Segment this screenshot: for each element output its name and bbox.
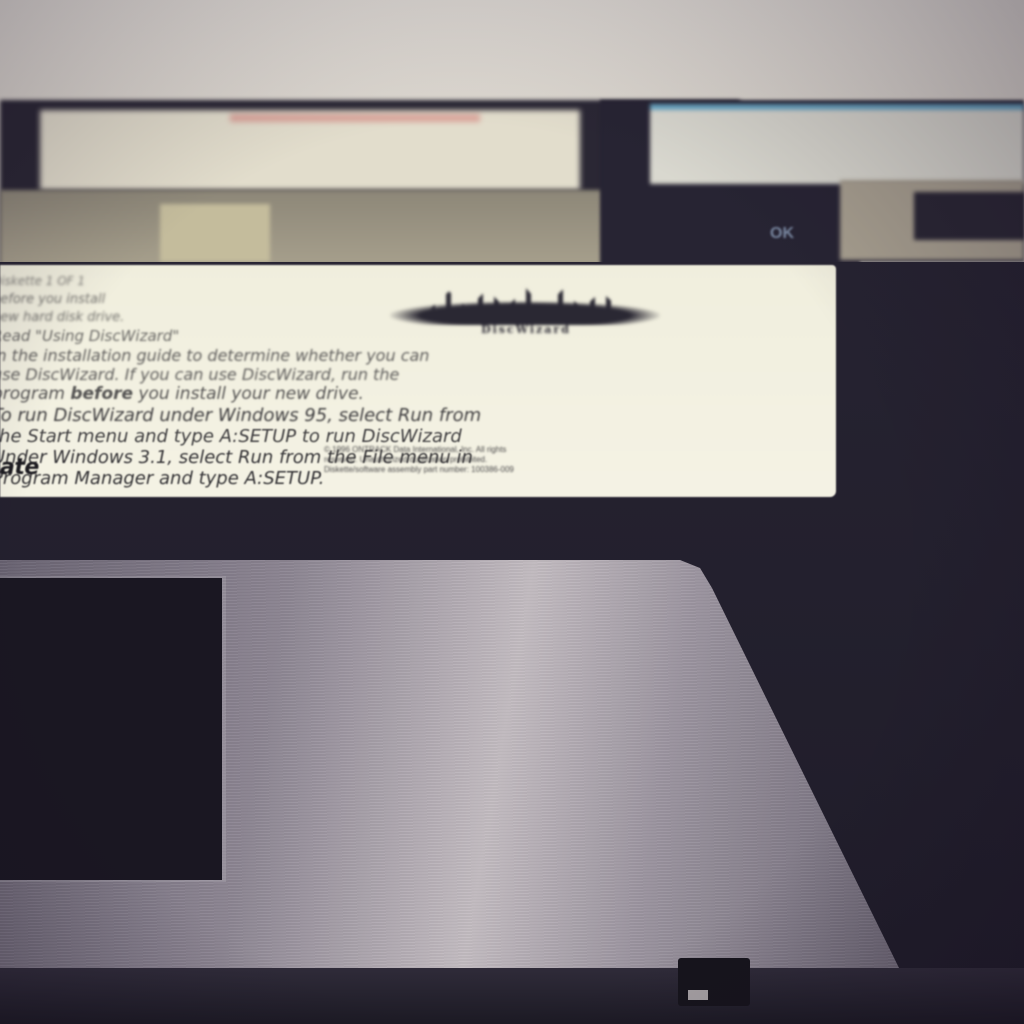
disk-bottom-edge xyxy=(0,968,1024,1024)
shutter-window xyxy=(160,204,270,262)
logo-wordmark: DiscWizard xyxy=(481,323,571,336)
copyright-line: Diskette/software assembly part number: … xyxy=(324,465,514,474)
notch-highlight xyxy=(688,990,708,1000)
brand-name-fragment: ate xyxy=(0,455,39,480)
background-disk-label-left xyxy=(40,110,580,190)
discwizard-logo: DiscWizard xyxy=(390,283,660,339)
copyright-line: reserved. Unauthorized duplication prohi… xyxy=(324,455,488,464)
shutter-window xyxy=(0,578,222,880)
disk-ok-mark: OK xyxy=(770,225,794,242)
label-line: program before you install your new driv… xyxy=(0,384,364,404)
label-line: To run DiscWizard under Windows 95, sele… xyxy=(0,405,482,426)
disk-label: Diskette 1 OF 1 before you install new h… xyxy=(0,265,836,497)
background-disk-shutter-right xyxy=(840,180,1024,260)
copyright-line: © 1996 ONTRACK Data International, Inc. … xyxy=(324,445,507,454)
label-line: in the installation guide to determine w… xyxy=(0,346,430,365)
copyright-notice: © 1996 ONTRACK Data International, Inc. … xyxy=(324,445,804,475)
label-color-stripe xyxy=(230,114,480,122)
background-disk-label-right xyxy=(650,104,1024,184)
emphasized-word: before xyxy=(70,384,134,404)
logo-emblem xyxy=(390,301,660,325)
floppy-disk-photo: OK Diskette 1 OF 1 before you install ne… xyxy=(0,0,1024,1024)
label-line: the Start menu and type A:SETUP to run D… xyxy=(0,426,462,447)
label-line: use DiscWizard. If you can use DiscWizar… xyxy=(0,365,400,384)
shutter-window xyxy=(914,192,1024,240)
